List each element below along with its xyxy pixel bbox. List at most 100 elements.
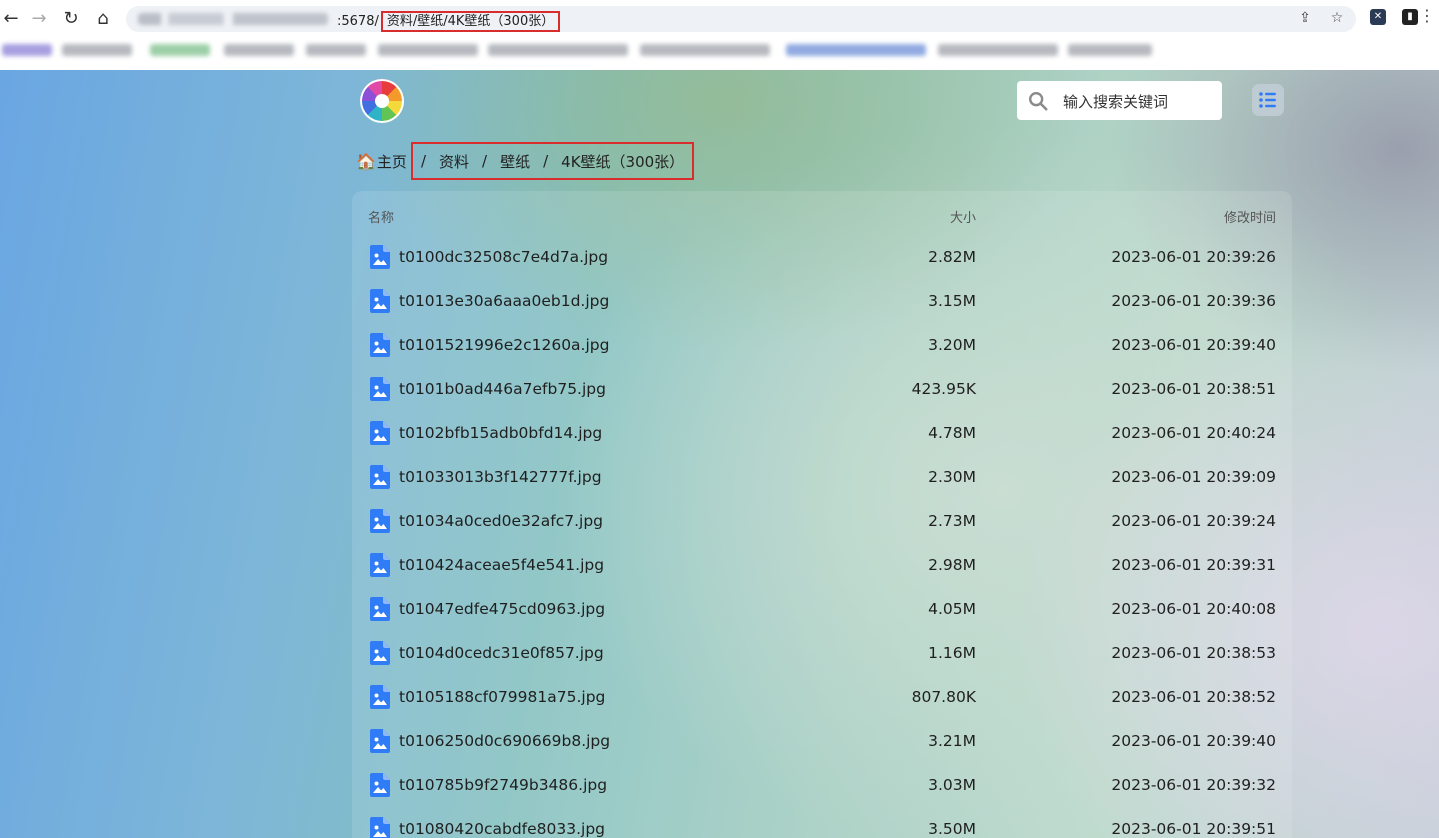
table-row[interactable]: t010424aceae5f4e541.jpg 2.98M 2023-06-01 2…	[352, 544, 1292, 588]
file-name[interactable]: t0101b0ad446a7efb75.jpg	[399, 380, 606, 398]
table-row[interactable]: t01033013b3f142777f.jpg 2.30M 2023-06-01 2…	[352, 456, 1292, 500]
image-file-icon	[370, 333, 390, 357]
file-name[interactable]: t0102bfb15adb0bfd14.jpg	[399, 424, 602, 442]
star-icon[interactable]: ☆	[1328, 10, 1346, 26]
bookmark-blurred[interactable]	[306, 44, 366, 56]
file-size: 3.21M	[928, 732, 976, 750]
table-row[interactable]: t0105188cf079981a75.jpg 807.80K 2023-06-01…	[352, 676, 1292, 720]
table-row[interactable]: t01013e30a6aaa0eb1d.jpg 3.15M 2023-06-01 2…	[352, 280, 1292, 324]
file-modified-time: 2023-06-01 20:39:40	[1111, 732, 1276, 750]
file-modified-time: 2023-06-01 20:39:09	[1111, 468, 1276, 486]
extension-icon[interactable]: ▮	[1402, 9, 1418, 25]
bookmark-blurred[interactable]	[62, 44, 132, 56]
image-file-icon	[370, 553, 390, 577]
breadcrumb-home-label: 主页	[376, 152, 407, 171]
file-name[interactable]: t01034a0ced0e32afc7.jpg	[399, 512, 603, 530]
bookmark-blurred[interactable]	[938, 44, 1058, 56]
file-name[interactable]: t010424aceae5f4e541.jpg	[399, 556, 604, 574]
breadcrumb-path-highlight: / 资料 / 壁纸 / 4K壁纸（300张）	[410, 142, 695, 180]
bookmark-blurred[interactable]	[786, 44, 926, 56]
file-name[interactable]: t01047edfe475cd0963.jpg	[399, 600, 605, 618]
breadcrumb: 🏠 主页 / 资料 / 壁纸 / 4K壁纸（300张）	[356, 142, 695, 180]
breadcrumb-separator: /	[482, 152, 488, 170]
image-file-icon	[370, 685, 390, 709]
bookmark-blurred[interactable]	[224, 44, 294, 56]
bookmark-blurred[interactable]	[1068, 44, 1152, 56]
url-host-blurred	[138, 13, 328, 25]
file-modified-time: 2023-06-01 20:38:52	[1111, 688, 1276, 706]
table-row[interactable]: t0106250d0c690669b8.jpg 3.21M 2023-06-01 2…	[352, 720, 1292, 764]
file-name[interactable]: t01080420cabdfe8033.jpg	[399, 820, 605, 838]
image-file-icon	[370, 245, 390, 269]
table-row[interactable]: t0100dc32508c7e4d7a.jpg 2.82M 2023-06-01 2…	[352, 236, 1292, 280]
bookmark-blurred[interactable]	[640, 44, 770, 56]
url-text: :5678/资料/壁纸/4K壁纸（300张）	[337, 10, 561, 32]
url-path-highlight: 资料/壁纸/4K壁纸（300张）	[380, 11, 561, 32]
table-row[interactable]: t01034a0ced0e32afc7.jpg 2.73M 2023-06-01 2…	[352, 500, 1292, 544]
reload-icon[interactable]: ↻	[60, 8, 82, 30]
table-header: 名称 大小 修改时间	[352, 207, 1292, 227]
column-header-time[interactable]: 修改时间	[1224, 207, 1276, 226]
file-size: 1.16M	[928, 644, 976, 662]
table-row[interactable]: t0101521996e2c1260a.jpg 3.20M 2023-06-01 2…	[352, 324, 1292, 368]
bookmark-blurred[interactable]	[488, 44, 628, 56]
breadcrumb-item[interactable]: 资料	[439, 151, 469, 172]
breadcrumb-home[interactable]: 🏠 主页	[356, 151, 407, 172]
column-header-size[interactable]: 大小	[950, 207, 976, 226]
file-name[interactable]: t0101521996e2c1260a.jpg	[399, 336, 609, 354]
file-size: 807.80K	[911, 688, 976, 706]
file-size: 3.50M	[928, 820, 976, 838]
file-modified-time: 2023-06-01 20:40:24	[1111, 424, 1276, 442]
image-file-icon	[370, 597, 390, 621]
breadcrumb-item-current[interactable]: 4K壁纸（300张）	[561, 151, 684, 172]
file-modified-time: 2023-06-01 20:39:24	[1111, 512, 1276, 530]
list-view-button[interactable]	[1252, 84, 1284, 116]
column-header-name[interactable]: 名称	[368, 207, 394, 226]
forward-arrow-icon[interactable]: →	[28, 8, 50, 30]
share-icon[interactable]: ⇪	[1296, 10, 1314, 26]
file-name[interactable]: t010785b9f2749b3486.jpg	[399, 776, 607, 794]
image-file-icon	[370, 377, 390, 401]
image-file-icon	[370, 289, 390, 313]
bookmark-blurred[interactable]	[2, 44, 52, 56]
file-name[interactable]: t01013e30a6aaa0eb1d.jpg	[399, 292, 609, 310]
table-row[interactable]: t01047edfe475cd0963.jpg 4.05M 2023-06-01 2…	[352, 588, 1292, 632]
table-row[interactable]: t0101b0ad446a7efb75.jpg 423.95K 2023-06-01…	[352, 368, 1292, 412]
table-row[interactable]: t01080420cabdfe8033.jpg 3.50M 2023-06-01 2…	[352, 808, 1292, 838]
file-size: 3.20M	[928, 336, 976, 354]
bookmark-blurred[interactable]	[378, 44, 478, 56]
file-modified-time: 2023-06-01 20:39:40	[1111, 336, 1276, 354]
back-arrow-icon[interactable]: ←	[0, 8, 22, 30]
file-name[interactable]: t0106250d0c690669b8.jpg	[399, 732, 610, 750]
file-name[interactable]: t0100dc32508c7e4d7a.jpg	[399, 248, 608, 266]
image-file-icon	[370, 421, 390, 445]
file-modified-time: 2023-06-01 20:39:32	[1111, 776, 1276, 794]
file-modified-time: 2023-06-01 20:38:53	[1111, 644, 1276, 662]
more-menu-icon[interactable]: ⋮	[1419, 6, 1435, 25]
extension-x-icon[interactable]: ✕	[1370, 9, 1386, 25]
site-logo[interactable]	[360, 79, 404, 123]
search-box[interactable]	[1017, 81, 1222, 122]
file-modified-time: 2023-06-01 20:40:08	[1111, 600, 1276, 618]
file-size: 423.95K	[911, 380, 976, 398]
search-input[interactable]	[1061, 81, 1215, 122]
file-size: 3.15M	[928, 292, 976, 310]
file-name[interactable]: t0104d0cedc31e0f857.jpg	[399, 644, 604, 662]
home-icon[interactable]: ⌂	[92, 8, 114, 30]
table-row[interactable]: t010785b9f2749b3486.jpg 3.03M 2023-06-01 2…	[352, 764, 1292, 808]
file-size: 2.73M	[928, 512, 976, 530]
bookmarks-bar	[0, 38, 1439, 64]
bookmark-blurred[interactable]	[150, 44, 210, 56]
table-row[interactable]: t0102bfb15adb0bfd14.jpg 4.78M 2023-06-01 2…	[352, 412, 1292, 456]
file-size: 2.98M	[928, 556, 976, 574]
url-port: :5678/	[337, 14, 379, 29]
image-file-icon	[370, 817, 390, 838]
file-modified-time: 2023-06-01 20:39:36	[1111, 292, 1276, 310]
file-size: 3.03M	[928, 776, 976, 794]
file-name[interactable]: t01033013b3f142777f.jpg	[399, 468, 602, 486]
house-icon: 🏠	[356, 151, 376, 171]
table-row[interactable]: t0104d0cedc31e0f857.jpg 1.16M 2023-06-01 2…	[352, 632, 1292, 676]
address-bar[interactable]: :5678/资料/壁纸/4K壁纸（300张） ⇪ ☆	[126, 6, 1356, 32]
breadcrumb-item[interactable]: 壁纸	[500, 151, 530, 172]
file-name[interactable]: t0105188cf079981a75.jpg	[399, 688, 605, 706]
